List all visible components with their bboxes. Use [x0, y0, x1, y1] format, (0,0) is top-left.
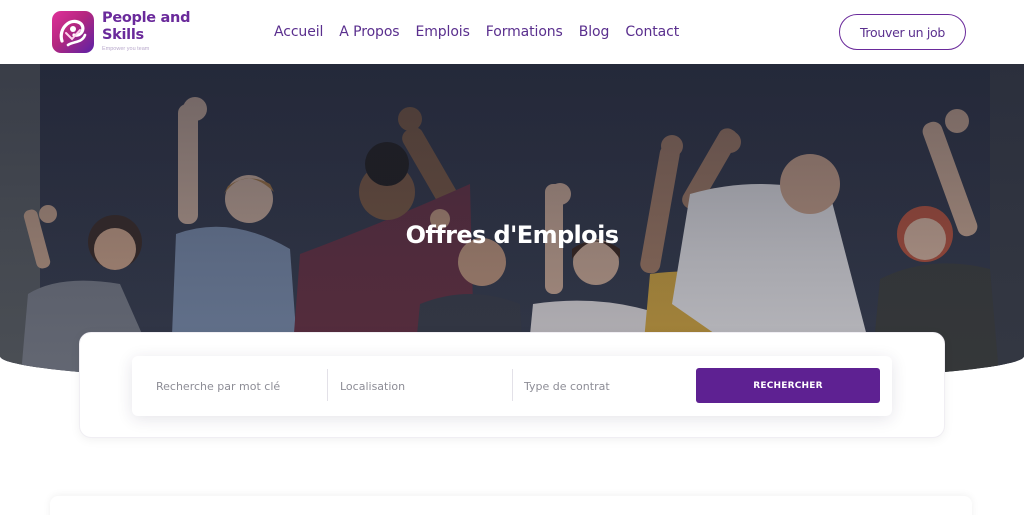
location-field[interactable] — [340, 370, 506, 402]
field-divider — [327, 369, 328, 401]
job-search-bar: RECHERCHER — [132, 356, 892, 416]
main-nav: Accueil A Propos Emplois Formations Blog… — [274, 24, 679, 40]
site-header: People and Skills Empower you team Accue… — [0, 0, 1024, 64]
keyword-input[interactable] — [156, 379, 322, 393]
search-panel: RECHERCHER — [79, 332, 945, 438]
contract-type-input[interactable] — [524, 379, 690, 393]
nav-item-contact[interactable]: Contact — [625, 24, 679, 40]
location-input[interactable] — [340, 379, 506, 393]
nav-item-formations[interactable]: Formations — [486, 24, 563, 40]
nav-item-blog[interactable]: Blog — [579, 24, 610, 40]
nav-item-emplois[interactable]: Emplois — [415, 24, 469, 40]
find-job-button[interactable]: Trouver un job — [839, 14, 966, 50]
content-card — [50, 496, 972, 515]
brand-tagline: Empower you team — [102, 46, 150, 52]
page-title: Offres d'Emplois — [405, 221, 619, 249]
nav-item-a-propos[interactable]: A Propos — [339, 24, 399, 40]
nav-item-accueil[interactable]: Accueil — [274, 24, 323, 40]
brand-name: People and Skills — [102, 10, 191, 43]
field-divider — [512, 369, 513, 401]
logo-icon — [52, 11, 94, 53]
contract-type-field[interactable] — [524, 370, 690, 402]
brand-logo[interactable]: People and Skills Empower you team — [52, 10, 202, 55]
search-button[interactable]: RECHERCHER — [696, 368, 880, 403]
keyword-field[interactable] — [156, 370, 322, 402]
